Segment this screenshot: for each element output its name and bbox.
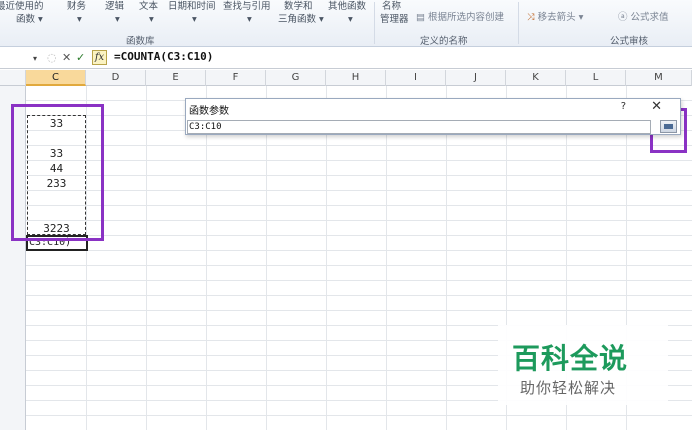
lookup-reference-label: 查找与引用 — [223, 1, 271, 12]
logical-button[interactable]: 逻辑 ▾ — [105, 0, 124, 26]
lookup-reference-button[interactable]: 查找与引用 ▾ — [223, 0, 271, 26]
column-header-j[interactable]: J — [446, 70, 506, 86]
financial-label: 财务 — [67, 1, 87, 12]
column-header-e[interactable]: E — [146, 70, 206, 86]
date-time-sub: ▾ — [192, 14, 197, 25]
lookup-reference-sub: ▾ — [247, 14, 252, 25]
column-header-l[interactable]: L — [566, 70, 626, 86]
text-sub: ▾ — [149, 14, 154, 25]
ribbon: 最近使用的 函数 ▾ 财务 ▾ 逻辑 ▾ 文本 ▾ 日期和时间 ▾ 查找与引用 … — [0, 0, 692, 47]
recent-functions-label: 最近使用的 — [0, 1, 44, 12]
cancel-icon[interactable]: ✕ — [62, 51, 71, 64]
evaluate-formula-label: 公式求值 — [630, 12, 669, 23]
help-icon[interactable]: ? — [621, 101, 626, 112]
text-label: 文本 — [139, 1, 159, 12]
financial-button[interactable]: 财务 ▾ — [67, 0, 86, 26]
group-function-library: 函数库 — [126, 36, 155, 47]
dialog-title: 函数参数 — [189, 106, 229, 117]
evaluate-formula-button[interactable]: ⓐ 公式求值 — [618, 11, 669, 24]
text-button[interactable]: 文本 ▾ — [139, 0, 158, 26]
create-from-selection-label: 根据所选内容创建 — [428, 12, 505, 23]
name-box-dropdown-icon[interactable]: ▾ — [33, 52, 37, 65]
column-header-i[interactable]: I — [386, 70, 446, 86]
recent-functions-button[interactable]: 最近使用的 函数 ▾ — [0, 0, 44, 26]
ribbon-separator — [518, 2, 519, 44]
evaluate-formula-icon: ⓐ — [618, 12, 628, 23]
column-headers: C D E F G H I J K L M — [0, 70, 692, 86]
name-manager-sub: 管理器 — [380, 14, 409, 25]
recent-functions-sub: 函数 ▾ — [16, 14, 43, 25]
date-time-button[interactable]: 日期和时间 ▾ — [168, 0, 216, 26]
group-formula-auditing: 公式审核 — [610, 36, 649, 47]
insert-function-button[interactable]: fx — [92, 50, 107, 65]
name-manager-label: 名称 — [382, 1, 402, 12]
ribbon-separator — [374, 2, 375, 44]
watermark-title: 百科全说 — [512, 342, 629, 375]
math-trig-button[interactable]: 数学和 三角函数 ▾ — [278, 0, 324, 26]
formula-input[interactable]: =COUNTA(C3:C10) — [114, 50, 213, 63]
column-header-d[interactable]: D — [86, 70, 146, 86]
select-all-corner[interactable] — [0, 70, 26, 86]
logical-label: 逻辑 — [105, 1, 125, 12]
group-defined-names: 定义的名称 — [420, 36, 468, 47]
column-header-c[interactable]: C — [26, 70, 86, 86]
formula-bar: ▾ ◌ ✕ ✓ fx =COUNTA(C3:C10) — [0, 47, 692, 69]
highlight-range-box — [11, 104, 104, 241]
function-arguments-dialog: 函数参数 ? ✕ C3:C10 — [185, 98, 681, 135]
create-from-selection-icon: ▤ — [416, 12, 425, 23]
formula-bar-options-icon: ◌ — [47, 51, 57, 64]
financial-sub: ▾ — [77, 14, 82, 25]
remove-arrows-label: 移去箭头 ▾ — [537, 12, 584, 23]
enter-icon[interactable]: ✓ — [76, 51, 85, 64]
more-functions-label: 其他函数 — [328, 1, 367, 12]
close-icon[interactable]: ✕ — [651, 99, 662, 114]
more-functions-sub: ▾ — [348, 14, 353, 25]
math-trig-label: 数学和 — [284, 1, 313, 12]
column-header-m[interactable]: M — [626, 70, 692, 86]
more-functions-button[interactable]: 其他函数 ▾ — [328, 0, 366, 26]
date-time-label: 日期和时间 — [168, 1, 216, 12]
watermark: 百科全说 助你轻松解决 — [498, 325, 668, 405]
remove-arrows-button[interactable]: ⤨ 移去箭头 ▾ — [527, 11, 583, 24]
math-trig-sub: 三角函数 ▾ — [278, 14, 324, 25]
create-from-selection-button[interactable]: ▤ 根据所选内容创建 — [416, 11, 504, 24]
expand-dialog-button[interactable] — [660, 120, 677, 133]
remove-arrows-icon: ⤨ — [527, 12, 535, 23]
logical-sub: ▾ — [115, 14, 120, 25]
column-header-h[interactable]: H — [326, 70, 386, 86]
watermark-subtitle: 助你轻松解决 — [520, 379, 617, 397]
name-manager-button[interactable]: 名称 管理器 — [380, 0, 409, 26]
column-header-g[interactable]: G — [266, 70, 326, 86]
column-header-k[interactable]: K — [506, 70, 566, 86]
range-reference-input[interactable]: C3:C10 — [187, 120, 651, 134]
column-header-f[interactable]: F — [206, 70, 266, 86]
